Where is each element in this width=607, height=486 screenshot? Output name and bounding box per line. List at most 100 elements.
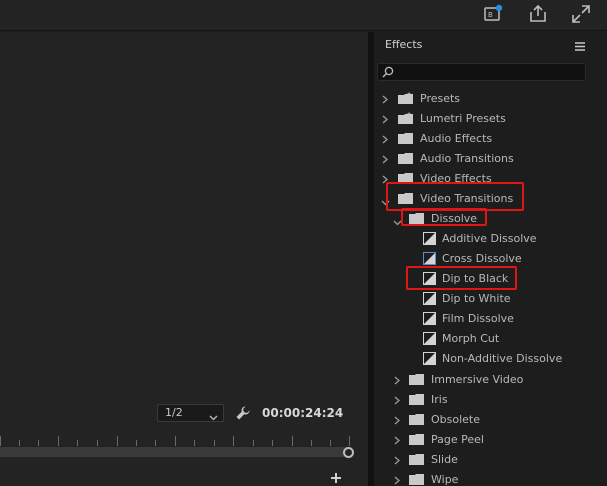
transition-label: Cross Dissolve [442,252,522,265]
video-viewer[interactable] [0,32,368,402]
wrench-icon[interactable] [235,405,251,421]
category-label: Lumetri Presets [420,112,506,125]
folder-icon [398,192,414,208]
panel-title[interactable]: Effects [385,38,422,51]
folder-wipe[interactable]: Wipe [374,470,607,486]
transition-icon [423,252,436,268]
transition-label: Non-Additive Dissolve [442,352,563,365]
folder-icon [398,132,414,148]
transition-item-dip-to-black[interactable]: Dip to Black [374,269,607,289]
folder-slide[interactable]: Slide [374,450,607,470]
folder-page-peel[interactable]: Page Peel [374,430,607,450]
transition-icon [423,232,436,248]
premiere-workspace: B 1/2 00:00:24:24 Effects Presets Lumetr… [0,0,607,486]
folder-label: Iris [431,393,448,406]
folder-dissolve[interactable]: Dissolve [374,209,607,229]
category-label: Audio Effects [420,132,493,145]
chevron-right-icon[interactable] [394,395,400,408]
ruler-tick [19,440,20,446]
transition-label: Additive Dissolve [442,232,537,245]
ruler-tick [0,436,1,446]
chevron-right-icon[interactable] [382,114,388,127]
folder-icon [398,152,414,168]
effects-category-video-transitions[interactable]: Video Transitions [374,189,607,209]
chevron-right-icon[interactable] [394,435,400,448]
ruler-tick [97,440,98,446]
chevron-right-icon[interactable] [382,174,388,187]
effects-category-presets[interactable]: Presets [374,89,607,109]
transition-label: Dip to Black [442,272,509,285]
folder-icon [409,433,425,449]
category-label: Presets [420,92,461,105]
folder-icon [409,373,425,389]
chevron-down-icon [209,410,218,426]
folder-label: Page Peel [431,433,484,446]
folder-label: Immersive Video [431,373,524,386]
ruler-tick [194,440,195,446]
ruler-tick [58,436,59,446]
fullscreen-icon[interactable] [570,3,592,25]
ruler-tick [117,436,118,446]
folder-icon [409,453,425,469]
effects-panel: Effects Presets Lumetri Presets Audio Ef… [374,32,607,486]
folder-icon [409,413,425,429]
transition-item-morph-cut[interactable]: Morph Cut [374,329,607,349]
preset-folder-icon [398,92,414,108]
zoom-scroll-bar[interactable] [0,447,348,457]
svg-text:B: B [488,11,493,19]
transition-label: Morph Cut [442,332,500,345]
ruler-tick [292,436,293,446]
transition-label: Dip to White [442,292,511,305]
ruler-tick [349,436,350,446]
effects-panel-header: Effects [374,32,607,60]
effects-category-video-effects[interactable]: Video Effects [374,169,607,189]
effects-category-audio-transitions[interactable]: Audio Transitions [374,149,607,169]
folder-obsolete[interactable]: Obsolete [374,410,607,430]
folder-icon [409,473,425,486]
category-label: Video Effects [420,172,492,185]
ruler-tick [253,440,254,446]
chevron-down-icon[interactable] [393,216,402,229]
preset-folder-icon [398,112,414,128]
chevron-right-icon[interactable] [394,455,400,468]
ruler-tick [77,440,78,446]
chevron-right-icon[interactable] [382,134,388,147]
chevron-right-icon[interactable] [394,415,400,428]
zoom-scroll-handle[interactable] [343,447,354,458]
effects-category-lumetri-presets[interactable]: Lumetri Presets [374,109,607,129]
program-monitor: 1/2 00:00:24:24 [0,32,368,486]
export-icon[interactable] [527,3,549,25]
captions-icon[interactable]: B [483,3,505,25]
folder-icon [409,212,425,228]
transition-item-film-dissolve[interactable]: Film Dissolve [374,309,607,329]
playback-resolution-select[interactable]: 1/2 [157,404,224,422]
transition-item-additive-dissolve[interactable]: Additive Dissolve [374,229,607,249]
folder-icon [398,172,414,188]
ruler-tick [214,440,215,446]
transition-label: Film Dissolve [442,312,514,325]
effects-search-input[interactable] [377,63,586,81]
transition-icon [423,312,436,328]
time-ruler[interactable] [0,432,350,446]
chevron-down-icon[interactable] [381,196,390,209]
transition-icon [423,352,436,368]
ruler-tick [175,436,176,446]
chevron-right-icon[interactable] [382,154,388,167]
chevron-right-icon[interactable] [382,94,388,107]
folder-iris[interactable]: Iris [374,390,607,410]
transition-item-dip-to-white[interactable]: Dip to White [374,289,607,309]
ruler-tick [136,440,137,446]
panel-menu-icon[interactable] [575,41,585,51]
folder-label: Wipe [431,473,459,486]
transition-item-cross-dissolve[interactable]: Cross Dissolve [374,249,607,269]
playhead-timecode[interactable]: 00:00:24:24 [262,406,343,420]
add-button-icon[interactable] [330,472,342,484]
folder-immersive-video[interactable]: Immersive Video [374,370,607,390]
chevron-right-icon[interactable] [394,375,400,388]
top-bar: B [0,0,607,31]
chevron-right-icon[interactable] [394,475,400,486]
effects-category-audio-effects[interactable]: Audio Effects [374,129,607,149]
transition-icon [423,272,436,288]
transition-item-non-additive-dissolve[interactable]: Non-Additive Dissolve [374,349,607,369]
folder-label: Dissolve [431,212,478,225]
